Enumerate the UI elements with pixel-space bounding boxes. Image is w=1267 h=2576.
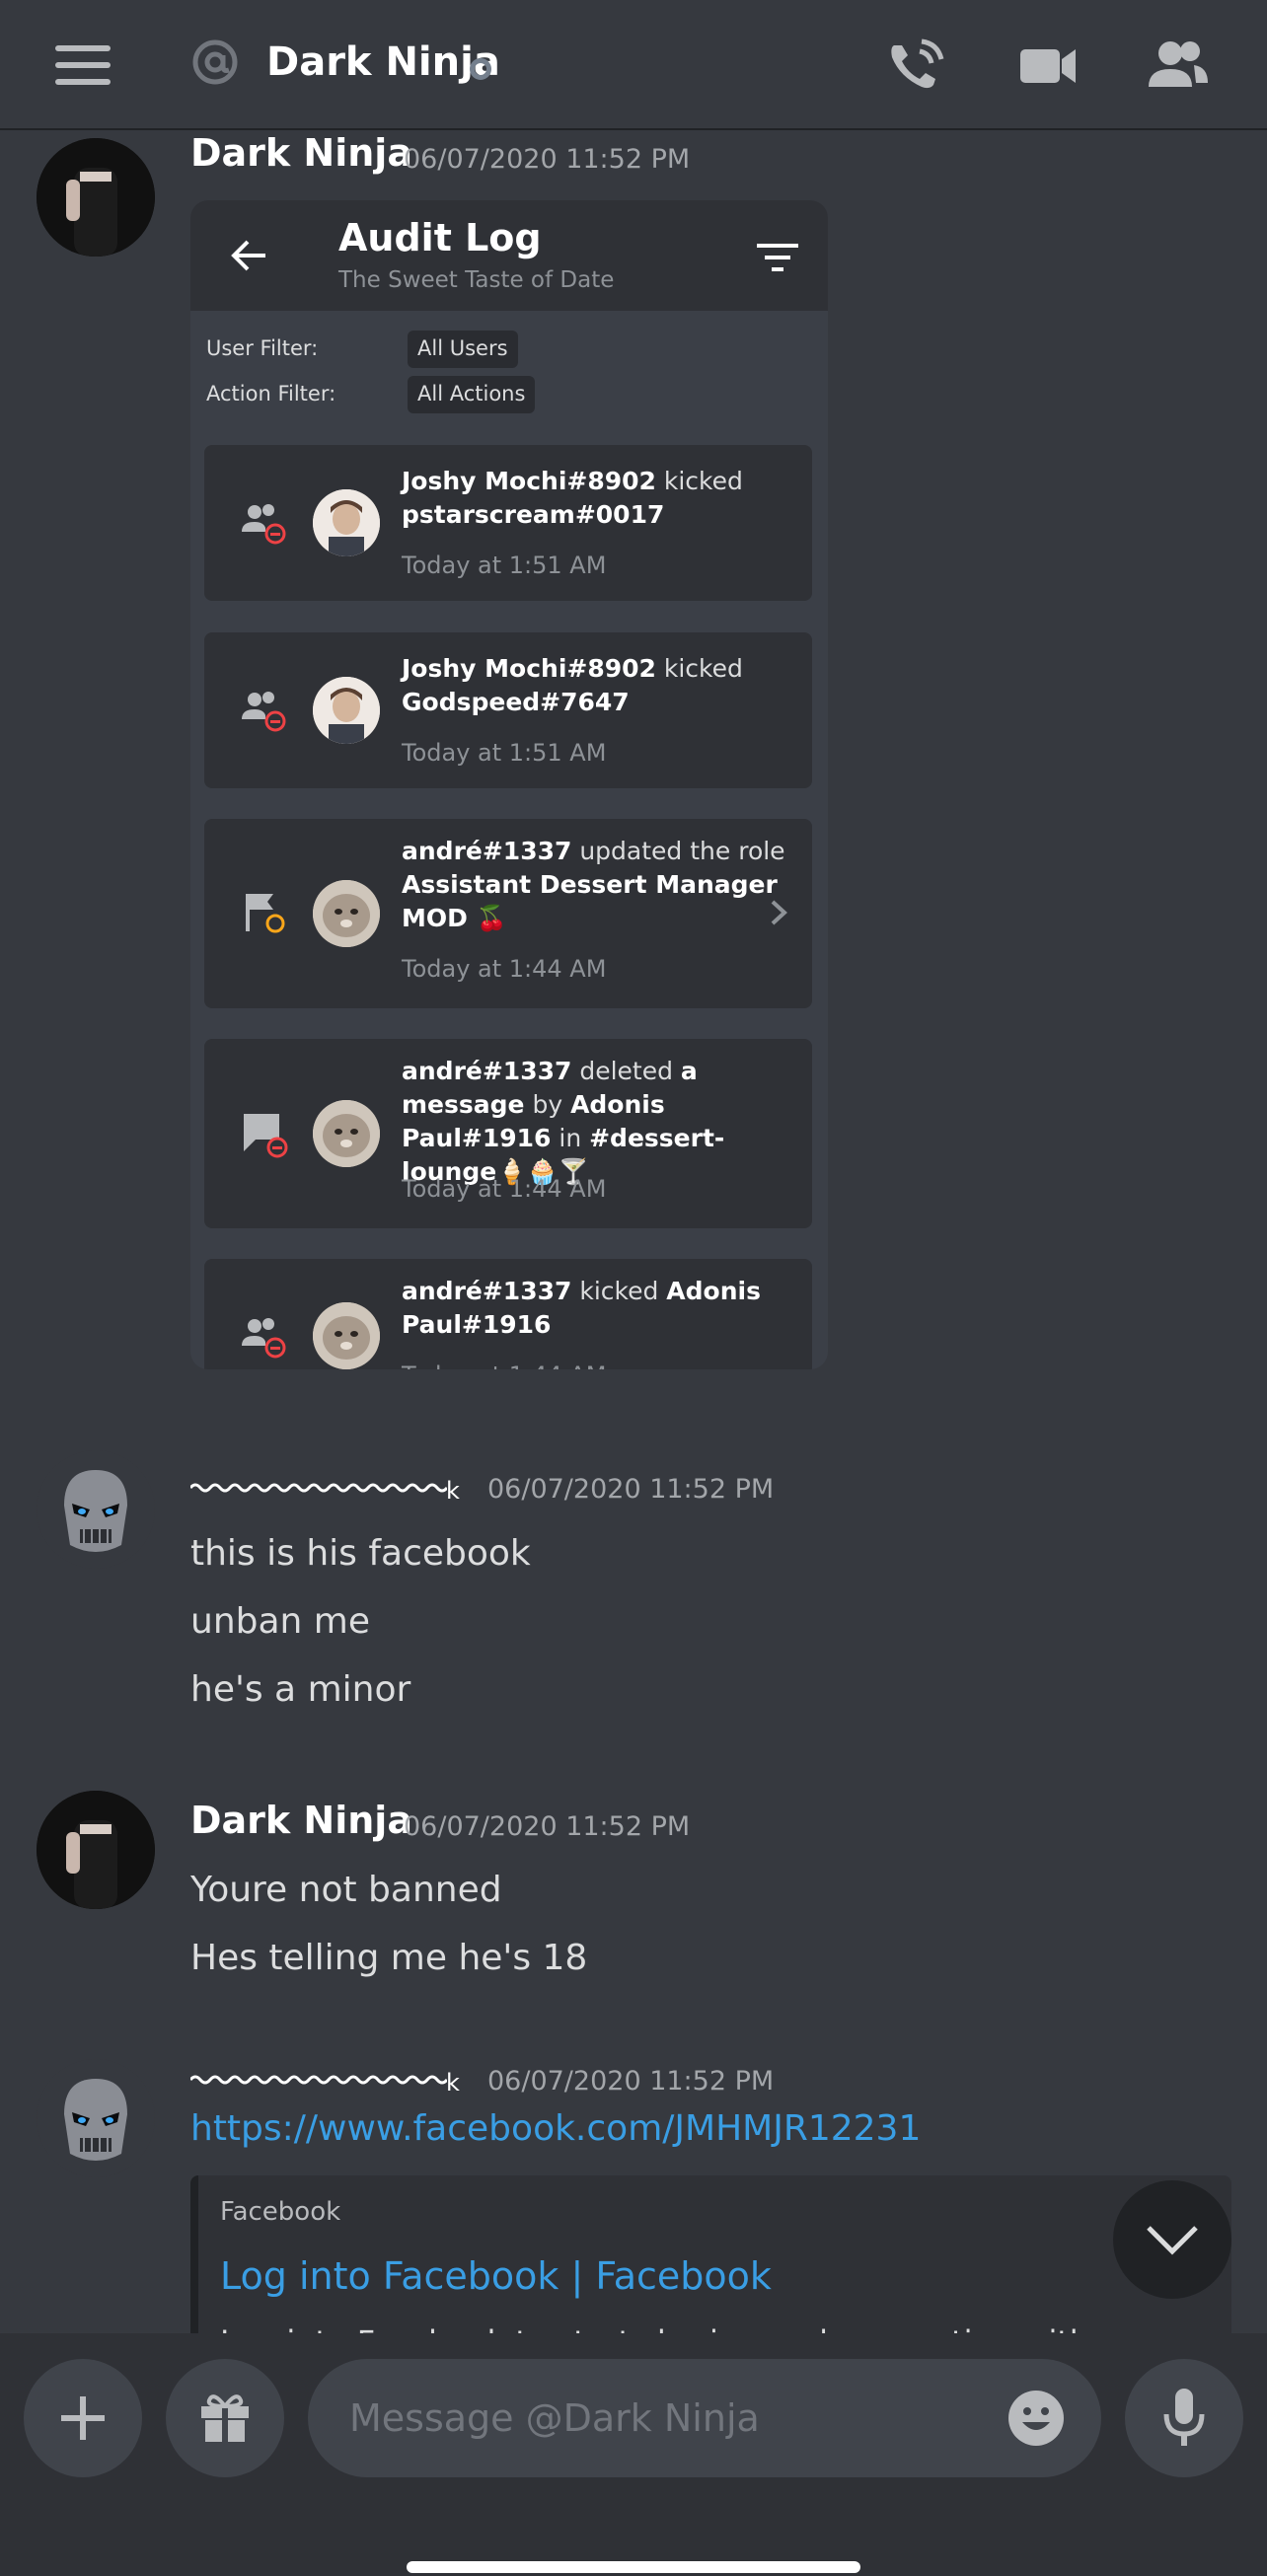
audit-connector: in: [551, 1124, 590, 1152]
message-author[interactable]: Dark Ninja: [190, 1799, 412, 1842]
audit-time: Today at 1:51 AM: [402, 552, 607, 579]
audit-log-entry: Joshy Mochi#8902 kicked pstarscream#0017…: [204, 445, 812, 601]
audit-target: Assistant Dessert Manager MOD 🍒: [402, 870, 778, 932]
username-decoration-icon[interactable]: [190, 1476, 447, 1515]
video-icon[interactable]: [1016, 36, 1080, 95]
avatar[interactable]: [37, 1450, 155, 1569]
avatar: [313, 880, 380, 947]
audit-log-entry: andré#1337 updated the role Assistant De…: [204, 819, 812, 1008]
audit-action: updated the role: [571, 837, 785, 865]
avatar[interactable]: [37, 138, 155, 257]
audit-actor: andré#1337: [402, 1277, 572, 1305]
audit-time: Today at 1:51 AM: [402, 739, 607, 767]
audit-target: Godspeed#7647: [402, 688, 630, 716]
message-author-suffix[interactable]: k: [446, 1477, 460, 1505]
avatar: [313, 489, 380, 556]
user-filter-chip: All Users: [408, 331, 518, 368]
message-timestamp: 06/07/2020 11:52 PM: [487, 2066, 775, 2097]
message-timestamp: 06/07/2020 11:52 PM: [404, 1811, 691, 1842]
role-update-icon: [246, 894, 285, 933]
gift-icon: [201, 2394, 249, 2442]
message-author-suffix[interactable]: k: [446, 2069, 460, 2097]
message-text: Hes telling me he's 18: [190, 1938, 588, 1978]
microphone-icon: [1163, 2389, 1205, 2446]
username-decoration-icon[interactable]: [190, 2068, 447, 2107]
avatar: [313, 1302, 380, 1369]
message-author[interactable]: Dark Ninja: [190, 131, 412, 175]
avatar[interactable]: [37, 2059, 155, 2177]
message-timestamp: 06/07/2020 11:52 PM: [487, 1474, 775, 1505]
emoji-icon[interactable]: [1006, 2389, 1066, 2448]
audit-actor: Joshy Mochi#8902: [402, 654, 656, 683]
audit-time: Today at 1:44 AM: [402, 955, 607, 983]
filter-icon: [757, 244, 798, 271]
message-text: unban me: [190, 1601, 371, 1642]
message-text: he's a minor: [190, 1669, 411, 1710]
embed-title[interactable]: Log into Facebook | Facebook: [220, 2254, 772, 2298]
message-text: this is his facebook: [190, 1533, 531, 1574]
at-icon: [192, 39, 238, 85]
member-kick-icon: [242, 1318, 286, 1359]
chevron-right-icon: [771, 900, 787, 925]
avatar: [313, 1100, 380, 1167]
hamburger-menu-icon[interactable]: [55, 45, 111, 85]
add-attachment-button[interactable]: [24, 2359, 142, 2477]
audit-log-entry: andré#1337 deleted a message by Adonis P…: [204, 1039, 812, 1228]
audit-log-screenshot[interactable]: Audit Log The Sweet Taste of Date User F…: [190, 200, 828, 1369]
members-icon[interactable]: [1147, 36, 1210, 95]
offline-status-icon: [470, 58, 491, 80]
voice-message-button[interactable]: [1125, 2359, 1243, 2477]
audit-log-header: Audit Log The Sweet Taste of Date: [190, 200, 828, 311]
chevron-down-icon: [1147, 2226, 1198, 2255]
audit-log-entry: Joshy Mochi#8902 kicked Godspeed#7647 To…: [204, 632, 812, 788]
audit-log-entry: andré#1337 kicked Adonis Paul#1916 Today…: [204, 1259, 812, 1369]
audit-action: kicked: [655, 654, 743, 683]
embed-provider: Facebook: [220, 2197, 341, 2227]
message-text: Youre not banned: [190, 1870, 502, 1910]
user-filter-label: User Filter:: [206, 336, 319, 360]
plus-icon: [61, 2396, 105, 2440]
action-filter-chip: All Actions: [408, 376, 536, 413]
link-embed[interactable]: Facebook Log into Facebook | Facebook Lo…: [190, 2175, 1231, 2353]
jump-to-bottom-button[interactable]: [1113, 2180, 1231, 2299]
message-input-placeholder: Message @Dark Ninja: [349, 2396, 760, 2440]
home-indicator[interactable]: [407, 2561, 860, 2573]
audit-action: kicked: [655, 467, 743, 495]
audit-actor: Joshy Mochi#8902: [402, 467, 656, 495]
audit-actor: andré#1337: [402, 837, 572, 865]
page-title: Dark Ninja: [266, 39, 500, 85]
audit-actor: andré#1337: [402, 1057, 572, 1085]
message-timestamp: 06/07/2020 11:52 PM: [404, 144, 691, 175]
avatar: [313, 677, 380, 744]
member-kick-icon: [242, 692, 286, 732]
audit-target: pstarscream#0017: [402, 500, 665, 529]
action-filter-label: Action Filter:: [206, 382, 336, 405]
audit-time: Today at 1:44 AM: [402, 1362, 606, 1369]
gift-button[interactable]: [166, 2359, 284, 2477]
back-arrow-icon: [231, 240, 265, 271]
audit-time: Today at 1:44 AM: [402, 1175, 607, 1203]
chat-header: Dark Ninja: [0, 0, 1267, 130]
audit-log-subtitle: The Sweet Taste of Date: [338, 267, 615, 293]
audit-action: kicked: [571, 1277, 667, 1305]
audit-log-title: Audit Log: [338, 216, 542, 259]
audit-action: deleted: [571, 1057, 681, 1085]
phone-icon[interactable]: [884, 36, 947, 95]
audit-connector: by: [524, 1090, 571, 1119]
facebook-link[interactable]: https://www.facebook.com/JMHMJR12231: [190, 2108, 921, 2149]
message-delete-icon: [244, 1114, 288, 1158]
member-kick-icon: [242, 504, 286, 545]
message-input[interactable]: Message @Dark Ninja: [308, 2359, 1101, 2477]
avatar[interactable]: [37, 1791, 155, 1909]
